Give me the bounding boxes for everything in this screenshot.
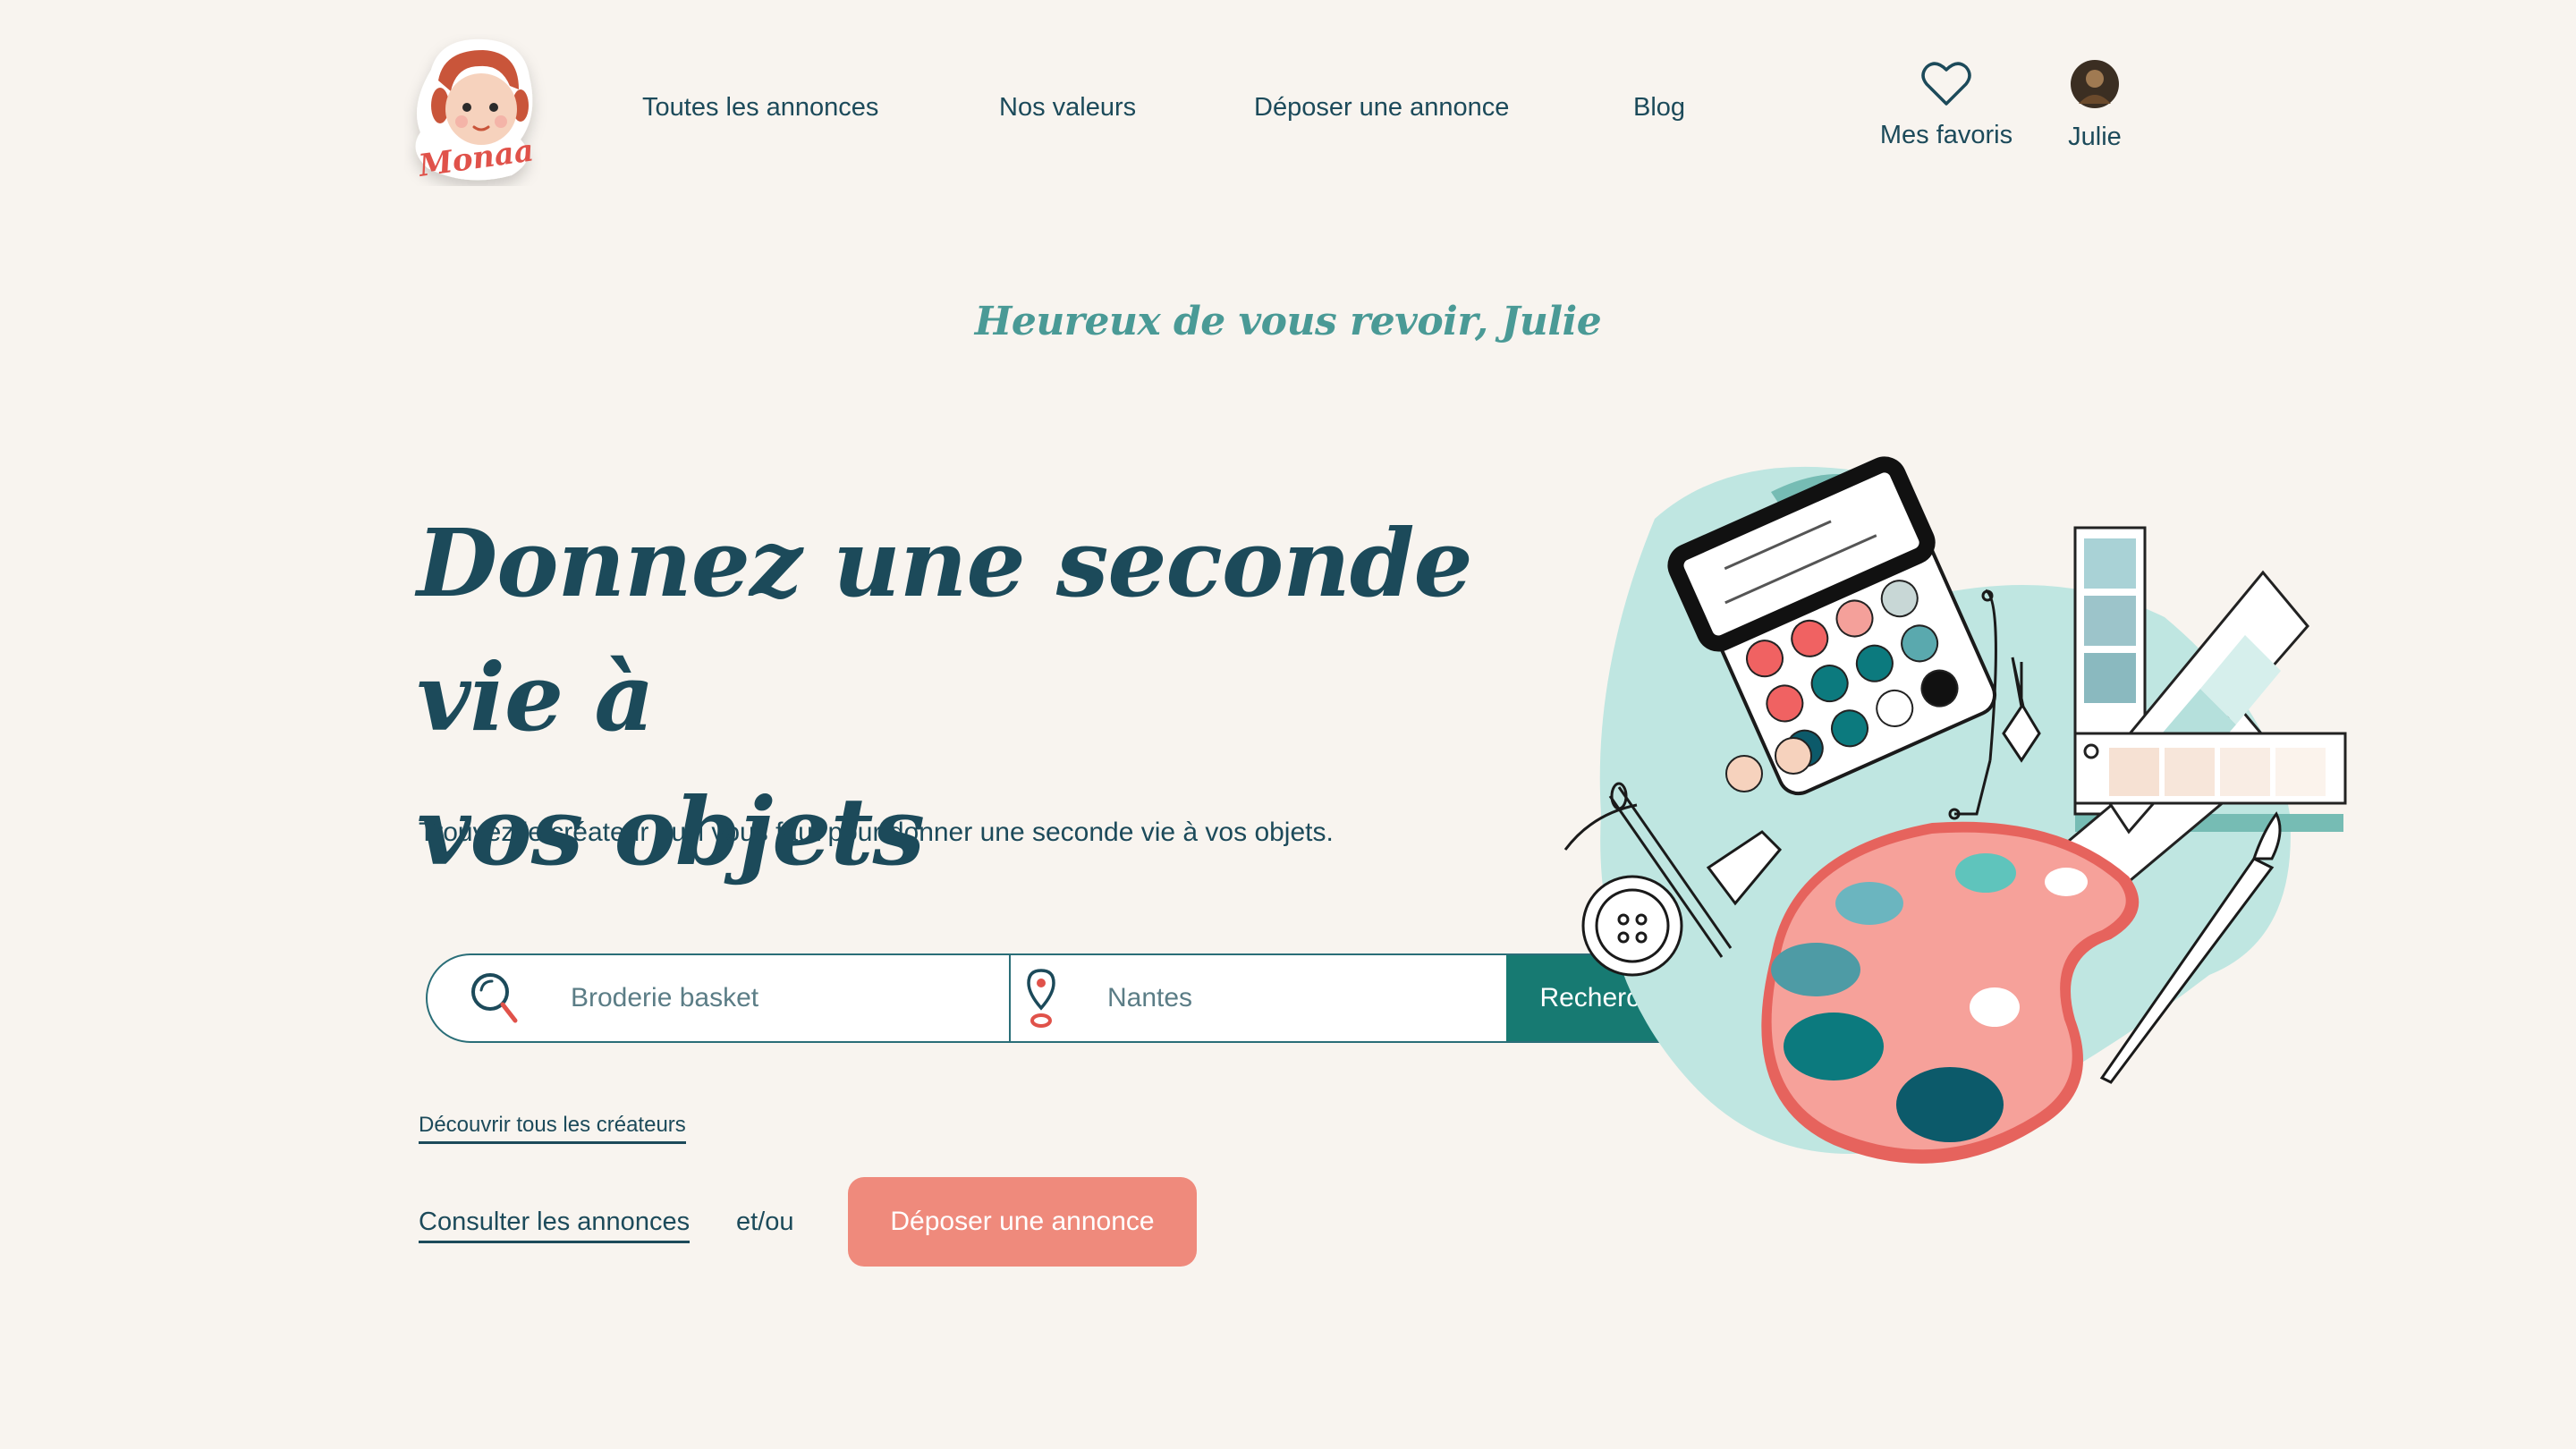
field-divider bbox=[1009, 955, 1011, 1041]
search-icon bbox=[471, 973, 518, 1023]
search-bar: Rechercher bbox=[426, 953, 1714, 1043]
favorites-button[interactable]: Mes favoris bbox=[1875, 59, 2018, 150]
nav-blog[interactable]: Blog bbox=[1633, 93, 1685, 123]
location-pin-icon bbox=[1027, 969, 1055, 1028]
location-field bbox=[1023, 955, 1470, 1041]
search-input[interactable] bbox=[569, 982, 1005, 1014]
discover-creators-link[interactable]: Découvrir tous les créateurs bbox=[419, 1113, 686, 1144]
nav-our-values[interactable]: Nos valeurs bbox=[999, 93, 1136, 123]
query-field bbox=[469, 955, 1005, 1041]
favorites-label: Mes favoris bbox=[1879, 121, 2013, 149]
avatar bbox=[2071, 60, 2119, 108]
art-supplies-illustration bbox=[1563, 456, 2347, 1164]
nav-all-ads[interactable]: Toutes les annonces bbox=[642, 93, 878, 123]
and-or-text: et/ou bbox=[736, 1208, 794, 1236]
hero-illustration bbox=[1556, 438, 2352, 1199]
hero-subtitle: Trouvez le créateur qu’il vous faut pour… bbox=[419, 818, 1334, 847]
greeting-message: Heureux de vous revoir, Julie bbox=[974, 299, 1602, 344]
user-name: Julie bbox=[2068, 123, 2122, 151]
heart-icon bbox=[1921, 62, 1971, 106]
location-input[interactable] bbox=[1106, 982, 1470, 1014]
browse-ads-link[interactable]: Consulter les annonces bbox=[419, 1208, 691, 1243]
logo-mascot-icon: Monaa bbox=[415, 38, 536, 184]
post-ad-button[interactable]: Déposer une annonce bbox=[848, 1177, 1197, 1267]
user-profile-button[interactable]: Julie bbox=[2057, 59, 2132, 152]
nav-post-ad[interactable]: Déposer une annonce bbox=[1254, 93, 1509, 123]
hero-title-line-1: Donnez une seconde vie à bbox=[417, 508, 1473, 752]
logo[interactable]: Monaa bbox=[404, 34, 553, 186]
